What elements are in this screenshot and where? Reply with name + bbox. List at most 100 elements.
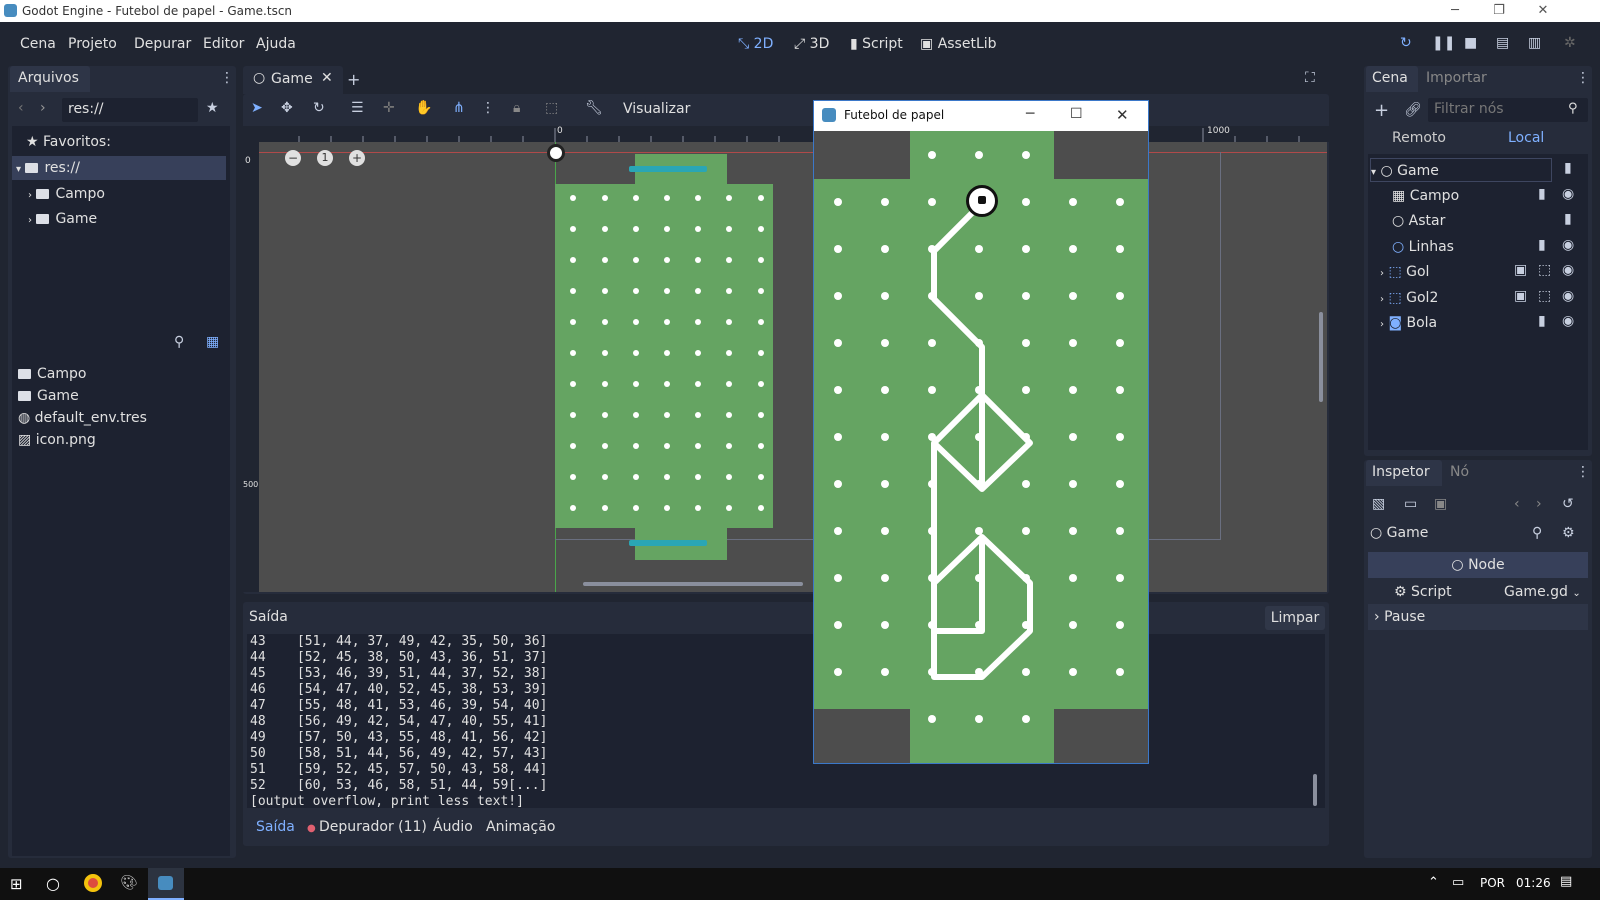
file-item-campo[interactable]: Campo [18, 362, 224, 386]
link-icon[interactable]: 🔗︎ [1404, 102, 1422, 118]
network-icon[interactable]: ▭ [1452, 875, 1464, 890]
dock-menu-icon[interactable]: ⋮ [1576, 464, 1590, 480]
close-button[interactable]: ✕ [1116, 106, 1129, 124]
tree-item-res[interactable]: ▾ res:// [12, 156, 226, 180]
tab-animacao[interactable]: Animação [486, 819, 555, 835]
language-indicator[interactable]: POR [1480, 876, 1505, 890]
dock-menu-icon[interactable]: ⋮ [1576, 70, 1590, 86]
zoom-out-icon[interactable]: − [285, 150, 301, 166]
maximize-button[interactable]: ☐ [1070, 106, 1083, 122]
properties-icon[interactable]: ⚙ [1562, 525, 1575, 541]
favorite-star-icon[interactable]: ★ [206, 100, 219, 116]
list-tool-icon[interactable]: ☰ [351, 100, 364, 116]
menu-editor[interactable]: Editor [203, 36, 244, 52]
menu-projeto[interactable]: Projeto [68, 36, 117, 52]
mode-script-button[interactable]: ▮ Script [850, 36, 903, 52]
zoom-in-icon[interactable]: + [349, 150, 365, 166]
tree-item-game[interactable]: › Game [28, 207, 226, 231]
cortana-icon[interactable]: ○ [46, 874, 60, 893]
fullscreen-icon[interactable]: ⛶ [1305, 70, 1315, 86]
tree-item-campo[interactable]: › Campo [28, 182, 226, 206]
group-icon[interactable]: ⬚ [545, 100, 558, 116]
h-scrollbar[interactable] [583, 582, 803, 586]
mode-2d-button[interactable]: ⤡ 2D [738, 36, 773, 52]
canvas-area[interactable]: − 1 + [259, 142, 1327, 592]
group-icon[interactable]: ⬚ [1538, 288, 1551, 304]
script-icon[interactable]: ▮ [1538, 313, 1546, 329]
node-gol2[interactable]: › ⬚ Gol2 [1380, 286, 1520, 310]
node-astar[interactable]: ○ Astar [1392, 209, 1532, 233]
snap-options-icon[interactable]: ⋮ [481, 100, 495, 116]
script-property-value[interactable]: Game.gd ⌄ [1504, 584, 1581, 600]
zoom-reset-icon[interactable]: 1 [317, 150, 333, 166]
close-tab-icon[interactable]: ✕ [321, 70, 333, 86]
new-resource-icon[interactable]: ▧ [1372, 496, 1385, 512]
chevron-up-icon[interactable]: ⌃ [1428, 875, 1439, 890]
minimize-button[interactable]: ─ [1432, 0, 1478, 22]
mode-assetlib-button[interactable]: ▣ AssetLib [920, 36, 997, 52]
instance-icon[interactable]: ▣ [1514, 262, 1527, 278]
script-icon[interactable]: ▮ [1564, 211, 1572, 227]
file-item-default-env[interactable]: ◍ default_env.tres [18, 406, 224, 430]
godot-taskbar-item[interactable] [148, 868, 184, 900]
save-icon[interactable]: ▣ [1434, 496, 1447, 512]
play-scene-icon[interactable]: ▤ [1496, 35, 1509, 51]
visibility-eye-icon[interactable]: ◉ [1562, 186, 1574, 202]
add-node-icon[interactable]: + [1374, 100, 1389, 121]
view-menu[interactable]: Visualizar [623, 101, 690, 117]
move-tool-icon[interactable]: ✥ [281, 100, 293, 116]
node-filter-input[interactable]: Filtrar nós ⚲ [1428, 98, 1588, 122]
lock-icon[interactable]: 🔒︎ [513, 100, 520, 116]
script-icon[interactable]: ▮ [1538, 186, 1546, 202]
node-gol[interactable]: › ⬚ Gol [1380, 260, 1520, 284]
visibility-eye-icon[interactable]: ◉ [1562, 237, 1574, 253]
instance-icon[interactable]: ▣ [1514, 288, 1527, 304]
notifications-icon[interactable]: ▤ [1560, 874, 1572, 889]
bone-icon[interactable]: 🔧︎ [585, 100, 603, 116]
play-custom-icon[interactable]: ▥ [1528, 35, 1541, 51]
node-section-header[interactable]: ○ Node [1368, 552, 1588, 578]
node-game[interactable]: ▾ ○ Game [1370, 158, 1552, 182]
path-field[interactable]: res:// [62, 98, 198, 122]
v-scrollbar[interactable] [1319, 312, 1323, 402]
grid-view-icon[interactable]: ▦ [206, 334, 219, 350]
local-tab[interactable]: Local [1508, 130, 1544, 146]
script-icon[interactable]: ▮ [1564, 160, 1572, 176]
menu-cena[interactable]: Cena [20, 36, 56, 52]
maximize-button[interactable]: ❐ [1476, 0, 1522, 22]
tab-saida[interactable]: Saída [256, 819, 295, 835]
tab-no[interactable]: Nó [1450, 464, 1469, 480]
rotate-tool-icon[interactable]: ↻ [313, 100, 325, 116]
pivot-tool-icon[interactable]: ✛ [383, 100, 395, 116]
back-icon[interactable]: ‹ [18, 100, 24, 116]
chrome-icon[interactable] [84, 874, 102, 892]
node-linhas[interactable]: ○ Linhas [1392, 235, 1532, 259]
output-scrollbar[interactable] [1313, 774, 1317, 806]
close-button[interactable]: ✕ [1520, 0, 1566, 22]
tab-importar[interactable]: Importar [1426, 70, 1487, 86]
node-campo[interactable]: ▦ Campo [1392, 184, 1532, 208]
ball-icon[interactable] [966, 185, 998, 217]
file-item-icon-png[interactable]: ▨ icon.png [18, 428, 224, 452]
clock[interactable]: 01:26 [1516, 876, 1551, 890]
game-field[interactable] [814, 131, 1148, 763]
history-back-icon[interactable]: ‹ [1514, 496, 1520, 512]
mode-3d-button[interactable]: ⤢ 3D [794, 36, 829, 52]
history-forward-icon[interactable]: › [1536, 496, 1542, 512]
remote-tab[interactable]: Remoto [1392, 130, 1446, 146]
visibility-eye-icon[interactable]: ◉ [1562, 313, 1574, 329]
search-icon[interactable]: ⚲ [1532, 525, 1542, 541]
add-tab-icon[interactable]: + [347, 70, 360, 89]
script-icon[interactable]: ▮ [1538, 237, 1546, 253]
forward-icon[interactable]: › [40, 100, 46, 116]
pause-icon[interactable]: ❚❚ [1432, 35, 1455, 51]
file-item-game[interactable]: Game [18, 384, 224, 408]
menu-ajuda[interactable]: Ajuda [256, 36, 296, 52]
select-tool-icon[interactable]: ➤ [251, 100, 263, 116]
windows-start-icon[interactable]: ⊞ [10, 875, 23, 893]
snap-icon[interactable]: ⋔ [453, 100, 465, 116]
group-icon[interactable]: ⬚ [1538, 262, 1551, 278]
tab-audio[interactable]: Áudio [433, 819, 473, 835]
visibility-eye-icon[interactable]: ◉ [1562, 288, 1574, 304]
clear-output-button[interactable]: Limpar [1265, 606, 1325, 630]
